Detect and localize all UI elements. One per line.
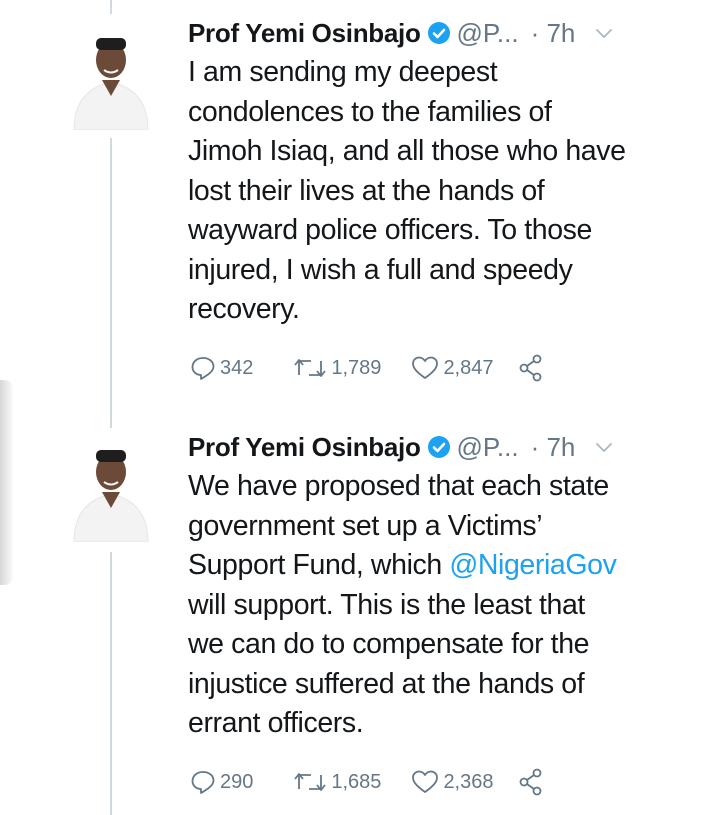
share-icon (519, 768, 541, 796)
tweet-text-line: errant officers. (188, 707, 364, 739)
avatar[interactable] (66, 20, 156, 131)
retweet-count: 1,789 (331, 356, 382, 379)
display-name[interactable]: Prof Yemi Osinbajo (188, 18, 421, 49)
share-button[interactable] (516, 353, 546, 383)
chevron-down-icon[interactable] (595, 24, 613, 42)
reply-button[interactable]: 290 (190, 769, 253, 795)
tweet-text-line: condolences to the families of (188, 95, 552, 128)
tweet-text-line: government set up a Victims’ (188, 509, 543, 542)
tweet-text-line: injured, I wish a full and speedy (188, 253, 573, 286)
retweet-button[interactable]: 1,685 (293, 769, 381, 795)
tweet[interactable]: Prof Yemi Osinbajo @P... · 7h I am sendi… (0, 0, 720, 410)
like-icon (412, 356, 439, 379)
tweet-text-line: wayward police officers. To those (188, 214, 592, 246)
tweet-text-line: lost their lives at the hands of (188, 174, 545, 207)
tweet-actions: 342 1,789 2,847 (190, 350, 546, 386)
timestamp[interactable]: · 7h (531, 432, 576, 463)
tweet-text-line: Jimoh Isiaq, and all those who have (188, 135, 626, 167)
mention-link[interactable]: @NigeriaGov (449, 549, 616, 581)
reply-icon (191, 357, 215, 380)
like-button[interactable]: 2,368 (411, 769, 494, 795)
username-handle[interactable]: @P... (457, 18, 519, 49)
verified-badge-icon (427, 436, 450, 458)
avatar-image (73, 38, 149, 131)
share-icon (519, 354, 541, 382)
like-count: 2,368 (443, 770, 494, 793)
share-button[interactable] (516, 767, 546, 797)
reply-icon (191, 771, 215, 794)
tweet-text-segment: Support Fund, which (188, 549, 450, 581)
reply-count: 342 (220, 356, 254, 379)
retweet-count: 1,685 (331, 770, 382, 793)
like-button[interactable]: 2,847 (411, 355, 494, 381)
retweet-icon (294, 359, 327, 377)
avatar-image (73, 450, 149, 543)
tweet-text-line: I am sending my deepest (188, 56, 498, 88)
tweet-text-line: injustice suffered at the hands of (188, 667, 585, 700)
tweet-text: We have proposed that each state governm… (188, 467, 708, 744)
tweet-text: I am sending my deepest condolences to t… (188, 53, 708, 330)
like-count: 2,847 (443, 356, 494, 379)
timestamp[interactable]: · 7h (531, 18, 576, 49)
chevron-down-icon[interactable] (595, 438, 613, 456)
tweet[interactable]: Prof Yemi Osinbajo @P... · 7h We have pr… (0, 410, 720, 815)
tweet-text-line: we can do to compensate for the (188, 628, 590, 660)
tweet-text-line: will support. This is the least that (188, 588, 585, 621)
tweet-text-line: We have proposed that each state (188, 470, 609, 502)
tweet-actions: 290 1,685 2,368 (190, 764, 546, 800)
tweet-header: Prof Yemi Osinbajo @P... · 7h (188, 427, 613, 467)
tweet-header: Prof Yemi Osinbajo @P... · 7h (188, 13, 613, 53)
username-handle[interactable]: @P... (457, 432, 519, 463)
avatar[interactable] (66, 432, 156, 543)
like-icon (412, 770, 439, 793)
retweet-button[interactable]: 1,789 (293, 355, 381, 381)
verified-badge-icon (427, 22, 450, 44)
reply-button[interactable]: 342 (190, 355, 253, 381)
reply-count: 290 (220, 770, 254, 793)
display-name[interactable]: Prof Yemi Osinbajo (188, 432, 421, 463)
tweet-text-line: Support Fund, which @NigeriaGov (188, 546, 708, 586)
tweet-text-line: recovery. (188, 293, 300, 325)
retweet-icon (294, 773, 327, 791)
